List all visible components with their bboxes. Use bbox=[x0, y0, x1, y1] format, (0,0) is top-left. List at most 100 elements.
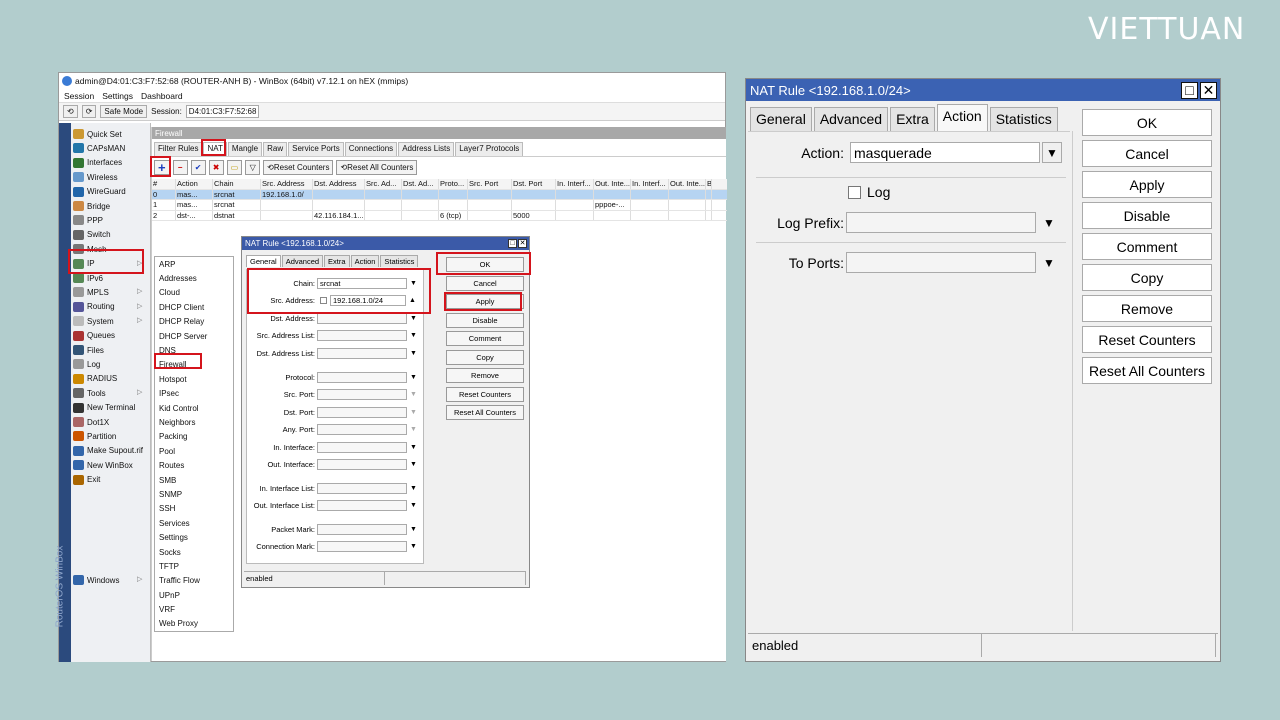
sidebar-item-wireguard[interactable]: WireGuard bbox=[73, 185, 126, 199]
table-row[interactable]: 2 dst-... dstnat 42.116.184.1... 6 (tcp) 5000 bbox=[152, 210, 727, 221]
dst-address-list-field[interactable] bbox=[317, 348, 407, 359]
sidebar-item-mpls[interactable]: MPLS bbox=[73, 285, 109, 299]
reset-counters-button[interactable]: Reset Counters bbox=[446, 386, 524, 402]
submenu-item-pool[interactable]: Pool bbox=[155, 444, 233, 458]
column-header[interactable]: Src. Address bbox=[261, 179, 313, 189]
column-header[interactable]: Src. Port bbox=[468, 179, 512, 189]
dst-port-field[interactable] bbox=[317, 407, 407, 418]
submenu-item-dhcp-server[interactable]: DHCP Server bbox=[155, 329, 233, 343]
column-header[interactable]: # bbox=[152, 179, 176, 189]
table-row[interactable]: 0 mas... srcnat 192.168.1.0/ bbox=[152, 189, 727, 200]
reset-all-counters-button[interactable]: Reset All Counters bbox=[446, 405, 524, 420]
submenu-item-smb[interactable]: SMB bbox=[155, 473, 233, 487]
tab-action[interactable]: Action bbox=[936, 104, 988, 131]
dropdown-icon[interactable]: ▼ bbox=[410, 461, 417, 468]
filter-icon[interactable]: ▽ bbox=[245, 159, 261, 175]
tab-advanced[interactable]: Advanced bbox=[281, 255, 324, 267]
comment-button[interactable]: Comment bbox=[1082, 233, 1212, 260]
submenu-item-arp[interactable]: ARP bbox=[155, 257, 233, 271]
cancel-button[interactable]: Cancel bbox=[446, 275, 524, 291]
close-icon[interactable]: ✕ bbox=[518, 239, 527, 248]
submenu-item-ssh[interactable]: SSH bbox=[155, 502, 233, 516]
ok-button[interactable]: OK bbox=[1082, 109, 1212, 136]
sidebar-item-exit[interactable]: Exit bbox=[73, 473, 100, 487]
menu-dashboard[interactable]: Dashboard bbox=[141, 91, 183, 101]
to-ports-field[interactable] bbox=[846, 252, 1036, 273]
undo-icon[interactable]: ⟲ bbox=[63, 105, 78, 118]
reset-counters-button[interactable]: ⟲ Reset Counters bbox=[263, 159, 334, 175]
enable-icon[interactable]: ✔ bbox=[190, 159, 206, 175]
src-address-list-field[interactable] bbox=[317, 330, 407, 341]
column-header[interactable]: Out. Inte... bbox=[594, 179, 631, 189]
cancel-button[interactable]: Cancel bbox=[1082, 140, 1212, 167]
submenu-item-dhcp-client[interactable]: DHCP Client bbox=[155, 300, 233, 314]
submenu-item-neighbors[interactable]: Neighbors bbox=[155, 415, 233, 429]
sidebar-item-interfaces[interactable]: Interfaces bbox=[73, 156, 122, 170]
copy-button[interactable]: Copy bbox=[1082, 264, 1212, 291]
submenu-item-hotspot[interactable]: Hotspot bbox=[155, 372, 233, 386]
sidebar-item-tools[interactable]: Tools bbox=[73, 386, 106, 400]
menu-settings[interactable]: Settings bbox=[102, 91, 133, 101]
sidebar-item-log[interactable]: Log bbox=[73, 357, 100, 371]
submenu-item-routes[interactable]: Routes bbox=[155, 458, 233, 472]
maximize-icon[interactable]: □ bbox=[1181, 81, 1198, 99]
action-select[interactable]: masquerade bbox=[850, 142, 1040, 163]
connection-mark-field[interactable] bbox=[317, 541, 407, 552]
reset-counters-button[interactable]: Reset Counters bbox=[1082, 326, 1212, 353]
redo-icon[interactable]: ⟳ bbox=[81, 105, 97, 118]
column-header[interactable]: In. Interf... bbox=[556, 179, 594, 189]
submenu-item-tftp[interactable]: TFTP bbox=[155, 559, 233, 573]
src-port-field[interactable] bbox=[317, 389, 407, 400]
dropdown-icon[interactable]: ▼ bbox=[410, 409, 417, 416]
sidebar-item-files[interactable]: Files bbox=[73, 343, 104, 357]
remove-button[interactable]: Remove bbox=[1082, 295, 1212, 322]
in-interface-list-field[interactable] bbox=[317, 483, 407, 494]
log-checkbox[interactable] bbox=[848, 185, 861, 199]
out-interface-list-field[interactable] bbox=[317, 500, 407, 511]
disable-button[interactable]: Disable bbox=[446, 312, 524, 328]
submenu-item-socks[interactable]: Socks bbox=[155, 545, 233, 559]
tab-filter-rules[interactable]: Filter Rules bbox=[154, 142, 203, 156]
submenu-item-dhcp-relay[interactable]: DHCP Relay bbox=[155, 315, 233, 329]
sidebar-item-switch[interactable]: Switch bbox=[73, 228, 111, 242]
reset-all-counters-button[interactable]: ⟲ Reset All Counters bbox=[336, 159, 418, 175]
safe-mode-button[interactable]: Safe Mode bbox=[100, 105, 148, 118]
dropdown-icon[interactable]: ▼ bbox=[410, 543, 417, 550]
menu-session[interactable]: Session bbox=[64, 91, 94, 101]
tab-action[interactable]: Action bbox=[350, 255, 380, 267]
tab-advanced[interactable]: Advanced bbox=[813, 107, 889, 131]
column-header[interactable]: Action bbox=[176, 179, 213, 189]
column-header[interactable]: Out. Inte... bbox=[669, 179, 706, 189]
dropdown-icon[interactable]: ▼ bbox=[1042, 142, 1062, 163]
column-header[interactable]: Chain bbox=[213, 179, 261, 189]
sidebar-item-partition[interactable]: Partition bbox=[73, 429, 116, 443]
sidebar-item-quick-set[interactable]: Quick Set bbox=[73, 127, 122, 141]
sidebar-item-ppp[interactable]: PPP bbox=[73, 213, 103, 227]
any-port-field[interactable] bbox=[317, 424, 407, 435]
table-row[interactable]: 1 mas... srcnat pppoe-... bbox=[152, 200, 727, 211]
tab-service-ports[interactable]: Service Ports bbox=[288, 142, 344, 156]
submenu-item-vrf[interactable]: VRF bbox=[155, 602, 233, 616]
copy-button[interactable]: Copy bbox=[446, 349, 524, 365]
submenu-item-packing[interactable]: Packing bbox=[155, 430, 233, 444]
column-header[interactable]: Dst. Address bbox=[313, 179, 365, 189]
remove-icon[interactable]: − bbox=[172, 159, 188, 175]
submenu-item-traffic-flow[interactable]: Traffic Flow bbox=[155, 574, 233, 588]
tab-extra[interactable]: Extra bbox=[324, 255, 350, 267]
sidebar-item-new-winbox[interactable]: New WinBox bbox=[73, 458, 133, 472]
remove-button[interactable]: Remove bbox=[446, 368, 524, 383]
column-header[interactable]: In. Interf... bbox=[631, 179, 669, 189]
sidebar-item-make-supout-rif[interactable]: Make Supout.rif bbox=[73, 444, 143, 458]
dropdown-icon[interactable]: ▼ bbox=[410, 374, 417, 381]
close-icon[interactable]: ✕ bbox=[1200, 81, 1217, 99]
packet-mark-field[interactable] bbox=[317, 524, 407, 535]
tab-raw[interactable]: Raw bbox=[263, 142, 288, 156]
sidebar-item-queues[interactable]: Queues bbox=[73, 329, 115, 343]
disable-button[interactable]: Disable bbox=[1082, 202, 1212, 229]
sidebar-item-wireless[interactable]: Wireless bbox=[73, 170, 118, 184]
dst-address-field[interactable] bbox=[317, 313, 407, 324]
sidebar-item-dot1x[interactable]: Dot1X bbox=[73, 415, 109, 429]
submenu-item-ipsec[interactable]: IPsec bbox=[155, 387, 233, 401]
dropdown-icon[interactable]: ▼ bbox=[410, 315, 417, 322]
tab-statistics[interactable]: Statistics bbox=[989, 107, 1058, 131]
